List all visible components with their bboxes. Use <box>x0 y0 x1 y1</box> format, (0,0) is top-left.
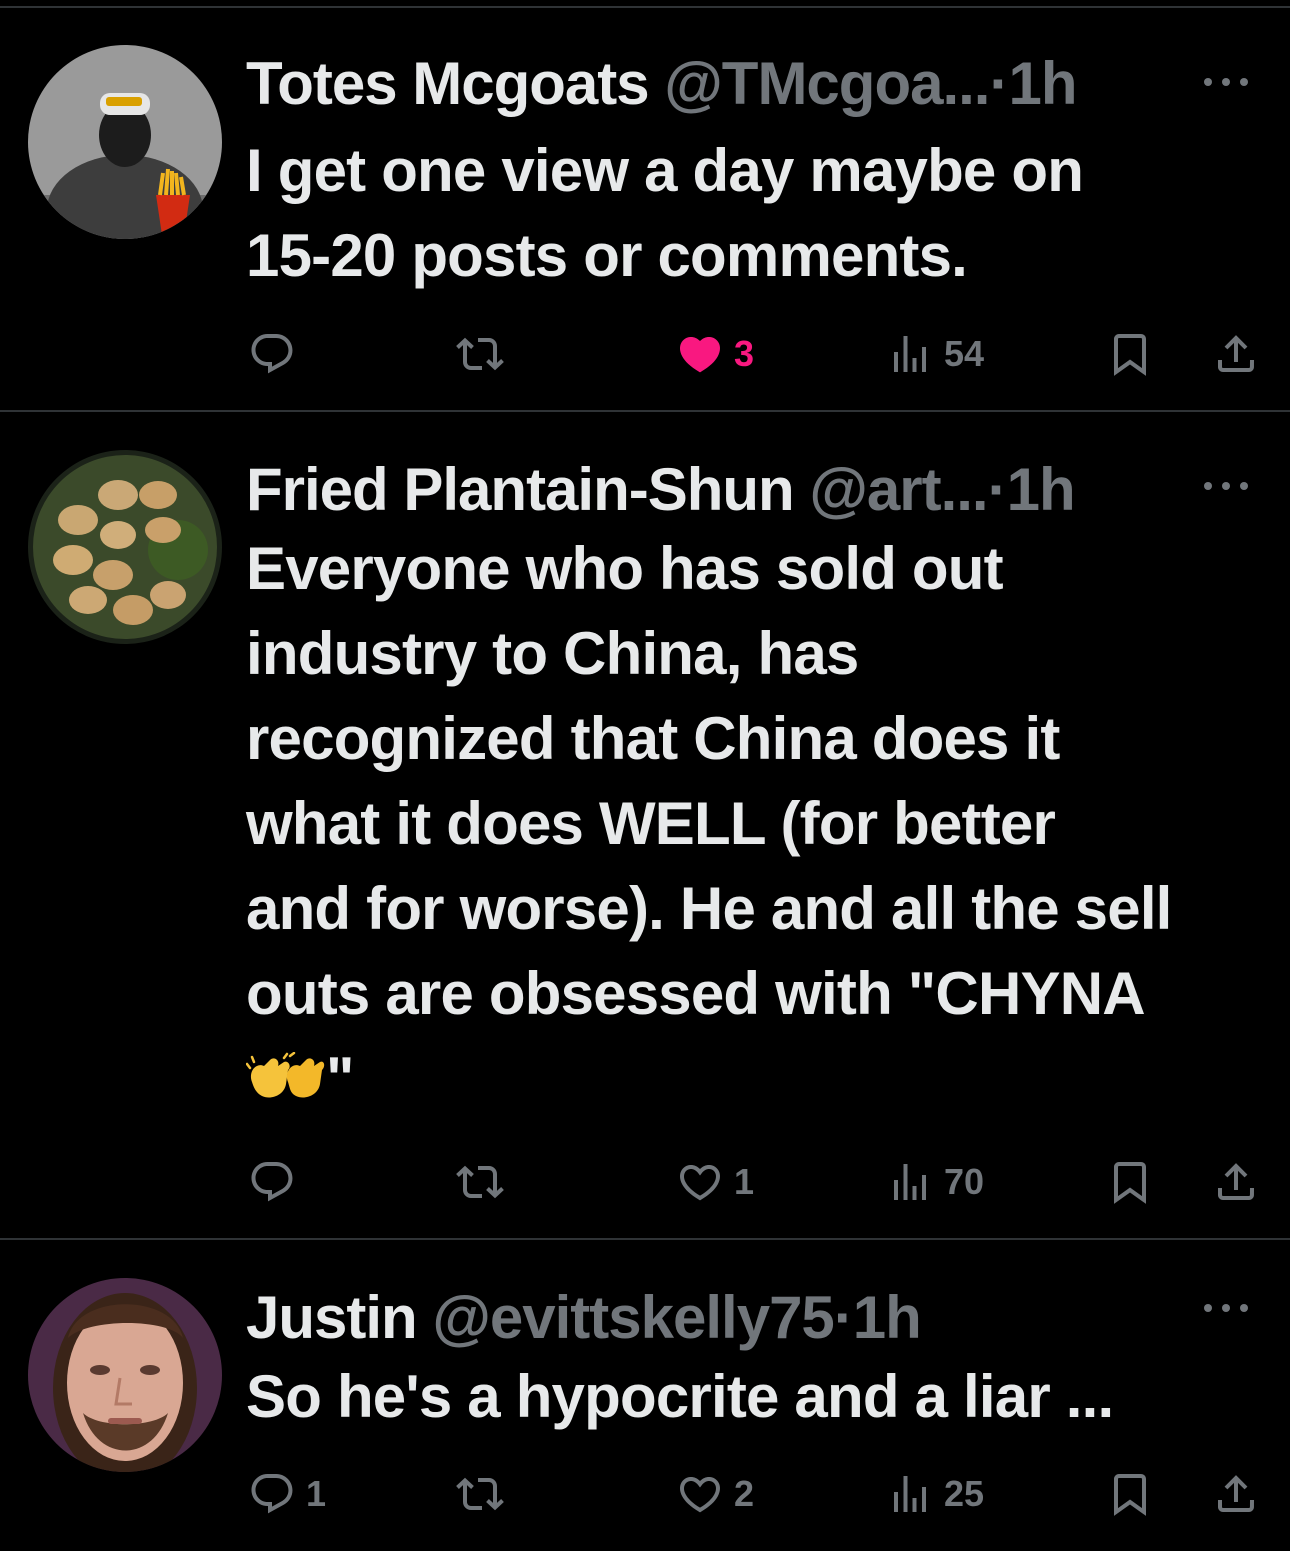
tweet-text-line: 15-20 posts or comments. <box>246 222 968 289</box>
tweet-text-line: outs are obsessed with "CHYNA <box>246 960 1146 1027</box>
tweet-text-line: So he's a hypocrite and a liar ... <box>246 1363 1114 1430</box>
timestamp[interactable]: 1h <box>1008 50 1077 117</box>
share-button[interactable] <box>1212 1152 1260 1212</box>
views-icon <box>894 1476 926 1512</box>
like-count: 1 <box>734 1161 755 1202</box>
tweet[interactable]: Totes Mcgoats @TMcgoa...·1h I get one vi… <box>0 8 1290 412</box>
bookmark-button[interactable] <box>1106 1152 1154 1212</box>
tweet-header: Justin @evittskelly75·1h <box>246 1282 1170 1354</box>
more-icon[interactable] <box>1204 478 1248 494</box>
clapping-hands-emoji <box>245 1041 326 1126</box>
display-name[interactable]: Totes Mcgoats <box>246 50 650 117</box>
timestamp[interactable]: 1h <box>1007 456 1076 523</box>
like-count: 2 <box>734 1473 755 1514</box>
separator-dot: · <box>987 456 1008 523</box>
reply-button[interactable] <box>248 1152 306 1212</box>
retweet-icon <box>456 337 504 371</box>
reply-count: 1 <box>306 1473 327 1514</box>
retweet-icon <box>456 1165 504 1199</box>
tweet-text-line: what it does WELL (for better <box>246 790 1056 857</box>
reply-icon <box>251 334 293 374</box>
reply-button[interactable] <box>248 324 306 384</box>
like-count: 3 <box>734 333 755 374</box>
user-handle[interactable]: @evittskelly75 <box>432 1284 834 1351</box>
tweet-text: Everyone who has sold out industry to Ch… <box>245 526 1270 1126</box>
views-icon <box>894 336 926 372</box>
share-button[interactable] <box>1212 1464 1260 1524</box>
tweet-text-line: recognized that China does it <box>246 705 1060 772</box>
reply-icon <box>251 1474 293 1514</box>
views-button[interactable]: 25 <box>886 1464 984 1524</box>
bookmark-icon <box>1114 1474 1146 1516</box>
views-button[interactable]: 54 <box>886 324 984 384</box>
tweet-actions: 1 2 25 <box>246 1464 1290 1524</box>
tweet-header: Fried Plantain-Shun @art...·1h <box>246 454 1170 526</box>
more-icon[interactable] <box>1204 74 1248 90</box>
view-count: 70 <box>944 1161 985 1202</box>
bookmark-button[interactable] <box>1106 1464 1154 1524</box>
reply-button[interactable]: 1 <box>248 1464 326 1524</box>
tweet-text-line: and for worse). He and all the sell <box>246 875 1172 942</box>
avatar-image <box>28 45 222 239</box>
like-icon <box>679 1165 721 1201</box>
tweet-text-line: industry to China, has <box>246 620 859 687</box>
separator-dot: · <box>833 1284 854 1351</box>
avatar[interactable] <box>28 450 222 644</box>
tweet-text-line: I get one view a day maybe on <box>246 137 1084 204</box>
tweet-text-line: Everyone who has sold out <box>246 535 1004 602</box>
separator-dot: · <box>989 50 1009 117</box>
bookmark-icon <box>1114 1162 1146 1204</box>
tweet-text: I get one view a day maybe on 15-20 post… <box>246 128 1270 298</box>
display-name[interactable]: Fried Plantain-Shun <box>246 456 795 523</box>
tweet-text: So he's a hypocrite and a liar ... <box>246 1354 1270 1439</box>
share-button[interactable] <box>1212 324 1260 384</box>
like-button[interactable]: 2 <box>676 1464 754 1524</box>
share-icon <box>1218 335 1254 372</box>
share-icon <box>1218 1475 1254 1512</box>
tweet-actions: 1 70 <box>246 1152 1290 1212</box>
views-button[interactable]: 70 <box>886 1152 984 1212</box>
like-icon <box>679 337 721 373</box>
like-icon <box>679 1477 721 1513</box>
like-button[interactable]: 3 <box>676 324 754 384</box>
like-button[interactable]: 1 <box>676 1152 754 1212</box>
avatar-image <box>28 450 222 644</box>
retweet-button[interactable] <box>456 1464 514 1524</box>
avatar[interactable] <box>28 45 222 239</box>
tweet[interactable]: Justin @evittskelly75·1h So he's a hypoc… <box>0 1240 1290 1545</box>
user-handle[interactable]: @art... <box>809 456 988 523</box>
views-icon <box>894 1164 926 1200</box>
avatar-image <box>28 1278 222 1472</box>
bookmark-icon <box>1114 334 1146 376</box>
view-count: 25 <box>944 1473 985 1514</box>
avatar[interactable] <box>28 1278 222 1472</box>
retweet-icon <box>456 1477 504 1511</box>
display-name[interactable]: Justin <box>246 1284 418 1351</box>
tweet-text-closing-quote: " <box>326 1045 354 1112</box>
tweet-actions: 3 54 <box>246 324 1290 384</box>
user-handle[interactable]: @TMcgoa... <box>664 50 990 117</box>
share-icon <box>1218 1163 1254 1200</box>
tweet-text-line: " <box>245 1036 1270 1126</box>
more-icon[interactable] <box>1204 1300 1248 1316</box>
view-count: 54 <box>944 333 985 374</box>
tweet[interactable]: Fried Plantain-Shun @art...·1h Everyone … <box>0 412 1290 1240</box>
bookmark-button[interactable] <box>1106 324 1154 384</box>
tweet-header: Totes Mcgoats @TMcgoa...·1h <box>246 48 1170 120</box>
retweet-button[interactable] <box>456 1152 514 1212</box>
reply-icon <box>251 1162 293 1202</box>
timestamp[interactable]: 1h <box>853 1284 922 1351</box>
retweet-button[interactable] <box>456 324 514 384</box>
